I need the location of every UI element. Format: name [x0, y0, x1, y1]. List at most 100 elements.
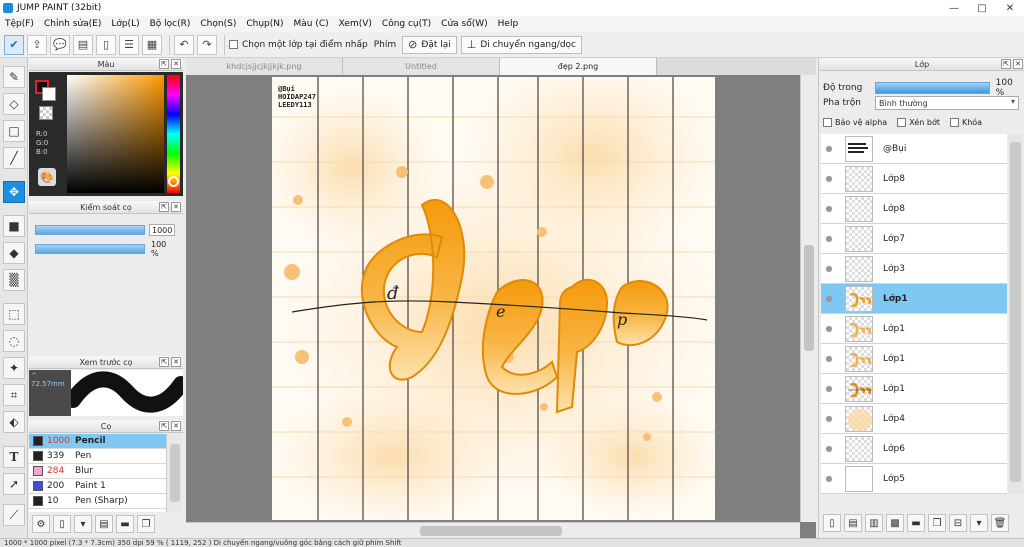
new-brush-button[interactable]: ▯: [53, 515, 71, 533]
brush-opacity-slider[interactable]: [35, 244, 145, 254]
background-color-swatch[interactable]: [42, 87, 56, 101]
visibility-icon[interactable]: ●: [821, 444, 837, 453]
menu-capture[interactable]: Chụp(N): [241, 19, 288, 29]
scroll-thumb[interactable]: [420, 526, 562, 536]
export-button[interactable]: ⇪: [27, 34, 47, 55]
eyedropper-tool[interactable]: ⟋: [3, 504, 25, 526]
layer-row-selected[interactable]: ● Lớp1: [821, 284, 1007, 314]
menu-file[interactable]: Tệp(F): [0, 19, 39, 29]
lock-checkbox[interactable]: Khóa: [949, 118, 982, 127]
text-panel-button[interactable]: ▤: [73, 34, 93, 55]
copy-layer-button[interactable]: ❐: [928, 514, 946, 532]
minimize-button[interactable]: —: [940, 0, 968, 16]
brush-size-input[interactable]: 1000: [149, 224, 175, 236]
layer-row[interactable]: ● Lớp6: [821, 434, 1007, 464]
scroll-thumb[interactable]: [1010, 142, 1021, 482]
select-pen-tool[interactable]: ⌗: [3, 384, 25, 406]
transparent-color-swatch[interactable]: [39, 106, 53, 120]
select-layer-at-click-checkbox[interactable]: Chọn một lớp tại điểm nhấp: [229, 40, 368, 50]
brush-item[interactable]: 1000 Pencil: [29, 434, 166, 449]
visibility-icon[interactable]: ●: [821, 354, 837, 363]
new-folder-button[interactable]: ▬: [907, 514, 925, 532]
hue-marker[interactable]: [168, 176, 179, 187]
layer-row[interactable]: ● Lớp8: [821, 194, 1007, 224]
layer-row[interactable]: ● @Bụi: [821, 134, 1007, 164]
menu-filter[interactable]: Bộ lọc(R): [145, 19, 196, 29]
brush-item[interactable]: 10 Pen (Sharp): [29, 494, 166, 509]
merge-layer-button[interactable]: ⊟: [949, 514, 967, 532]
menu-view[interactable]: Xem(V): [334, 19, 377, 29]
drawing-canvas[interactable]: @Bụi HOIDAP247 LEEDY113 đ e p: [272, 77, 715, 520]
close-icon[interactable]: ✕: [171, 59, 181, 69]
layer-row[interactable]: ● Lớp3: [821, 254, 1007, 284]
select-arrow-tool[interactable]: ➚: [3, 473, 25, 495]
menu-window[interactable]: Cửa sổ(W): [436, 19, 492, 29]
menu-layer[interactable]: Lớp(L): [106, 19, 144, 29]
brush-folder-button[interactable]: ▬: [116, 515, 134, 533]
saturation-value-square[interactable]: [67, 75, 164, 193]
select-eraser-tool[interactable]: ⬖: [3, 411, 25, 433]
visibility-icon[interactable]: ●: [821, 174, 837, 183]
layer-row[interactable]: ● Lớp1: [821, 314, 1007, 344]
visibility-icon[interactable]: ●: [821, 234, 837, 243]
tab-document[interactable]: Untitled: [343, 58, 500, 75]
fill-shape-tool[interactable]: ■: [3, 215, 25, 237]
new-halftone-layer-button[interactable]: ▤: [844, 514, 862, 532]
detach-icon[interactable]: ⇱: [159, 357, 169, 367]
tab-document-active[interactable]: đẹp 2.png: [500, 58, 657, 75]
layer-row[interactable]: ● Lớp1: [821, 374, 1007, 404]
menu-tools[interactable]: Công cụ(T): [377, 19, 436, 29]
blend-mode-select[interactable]: Bình thường: [875, 96, 1019, 110]
detach-icon[interactable]: ⇱: [159, 59, 169, 69]
gradient-tool[interactable]: ▒: [3, 269, 25, 291]
page-button[interactable]: ▯: [96, 34, 116, 55]
visibility-icon[interactable]: ●: [821, 324, 837, 333]
canvas-vertical-scrollbar[interactable]: [800, 75, 816, 522]
layer-menu-button[interactable]: ▾: [970, 514, 988, 532]
visibility-icon[interactable]: ●: [821, 294, 837, 303]
layer-row[interactable]: ● Lớp5: [821, 464, 1007, 494]
line-tool[interactable]: ╱: [3, 147, 25, 169]
list-button[interactable]: ☰: [119, 34, 139, 55]
brush-size-slider[interactable]: [35, 225, 145, 235]
scroll-thumb[interactable]: [804, 245, 814, 351]
menu-edit[interactable]: Chỉnh sửa(E): [39, 19, 106, 29]
redo-button[interactable]: ↷: [197, 34, 217, 55]
close-icon[interactable]: ✕: [171, 357, 181, 367]
menu-select[interactable]: Chọn(S): [195, 19, 241, 29]
visibility-icon[interactable]: ●: [821, 414, 837, 423]
reset-button[interactable]: ⊘ Đặt lại: [402, 35, 457, 54]
brush-settings-button[interactable]: ⚙: [32, 515, 50, 533]
brush-menu-button[interactable]: ▾: [74, 515, 92, 533]
delete-layer-button[interactable]: 🗑: [991, 514, 1009, 532]
new-layer-button[interactable]: ▯: [823, 514, 841, 532]
brush-mode-button[interactable]: ✔: [4, 34, 24, 55]
brush-item[interactable]: 284 Blur: [29, 464, 166, 479]
text-tool[interactable]: T: [3, 446, 25, 468]
detach-icon[interactable]: ⇱: [159, 202, 169, 212]
detach-icon[interactable]: ⇱: [1001, 59, 1011, 69]
move-tool[interactable]: ✥: [3, 181, 25, 203]
comment-button[interactable]: 💬: [50, 34, 70, 55]
brush-tool[interactable]: ✎: [3, 66, 25, 88]
clipping-checkbox[interactable]: Xén bớt: [897, 118, 940, 127]
copy-brush-button[interactable]: ▤: [95, 515, 113, 533]
layer-row[interactable]: ● Lớp7: [821, 224, 1007, 254]
undo-button[interactable]: ↶: [174, 34, 194, 55]
tab-document[interactable]: khdcjsjjcjkjjkjk.png: [186, 58, 343, 75]
visibility-icon[interactable]: ●: [821, 474, 837, 483]
eraser-tool[interactable]: ◇: [3, 93, 25, 115]
canvas-horizontal-scrollbar[interactable]: [186, 522, 800, 538]
magic-wand-tool[interactable]: ✦: [3, 357, 25, 379]
menu-color[interactable]: Màu (C): [289, 19, 334, 29]
layer-row[interactable]: ● Lớp8: [821, 164, 1007, 194]
brush-list-scrollbar[interactable]: [166, 434, 182, 512]
palette-icon[interactable]: 🎨: [38, 168, 56, 186]
rect-select-tool[interactable]: ⬚: [3, 303, 25, 325]
visibility-icon[interactable]: ●: [821, 384, 837, 393]
maximize-button[interactable]: □: [968, 0, 996, 16]
rect-tool[interactable]: □: [3, 120, 25, 142]
layer-row[interactable]: ● Lớp1: [821, 344, 1007, 374]
detach-icon[interactable]: ⇱: [159, 421, 169, 431]
close-icon[interactable]: ✕: [171, 202, 181, 212]
